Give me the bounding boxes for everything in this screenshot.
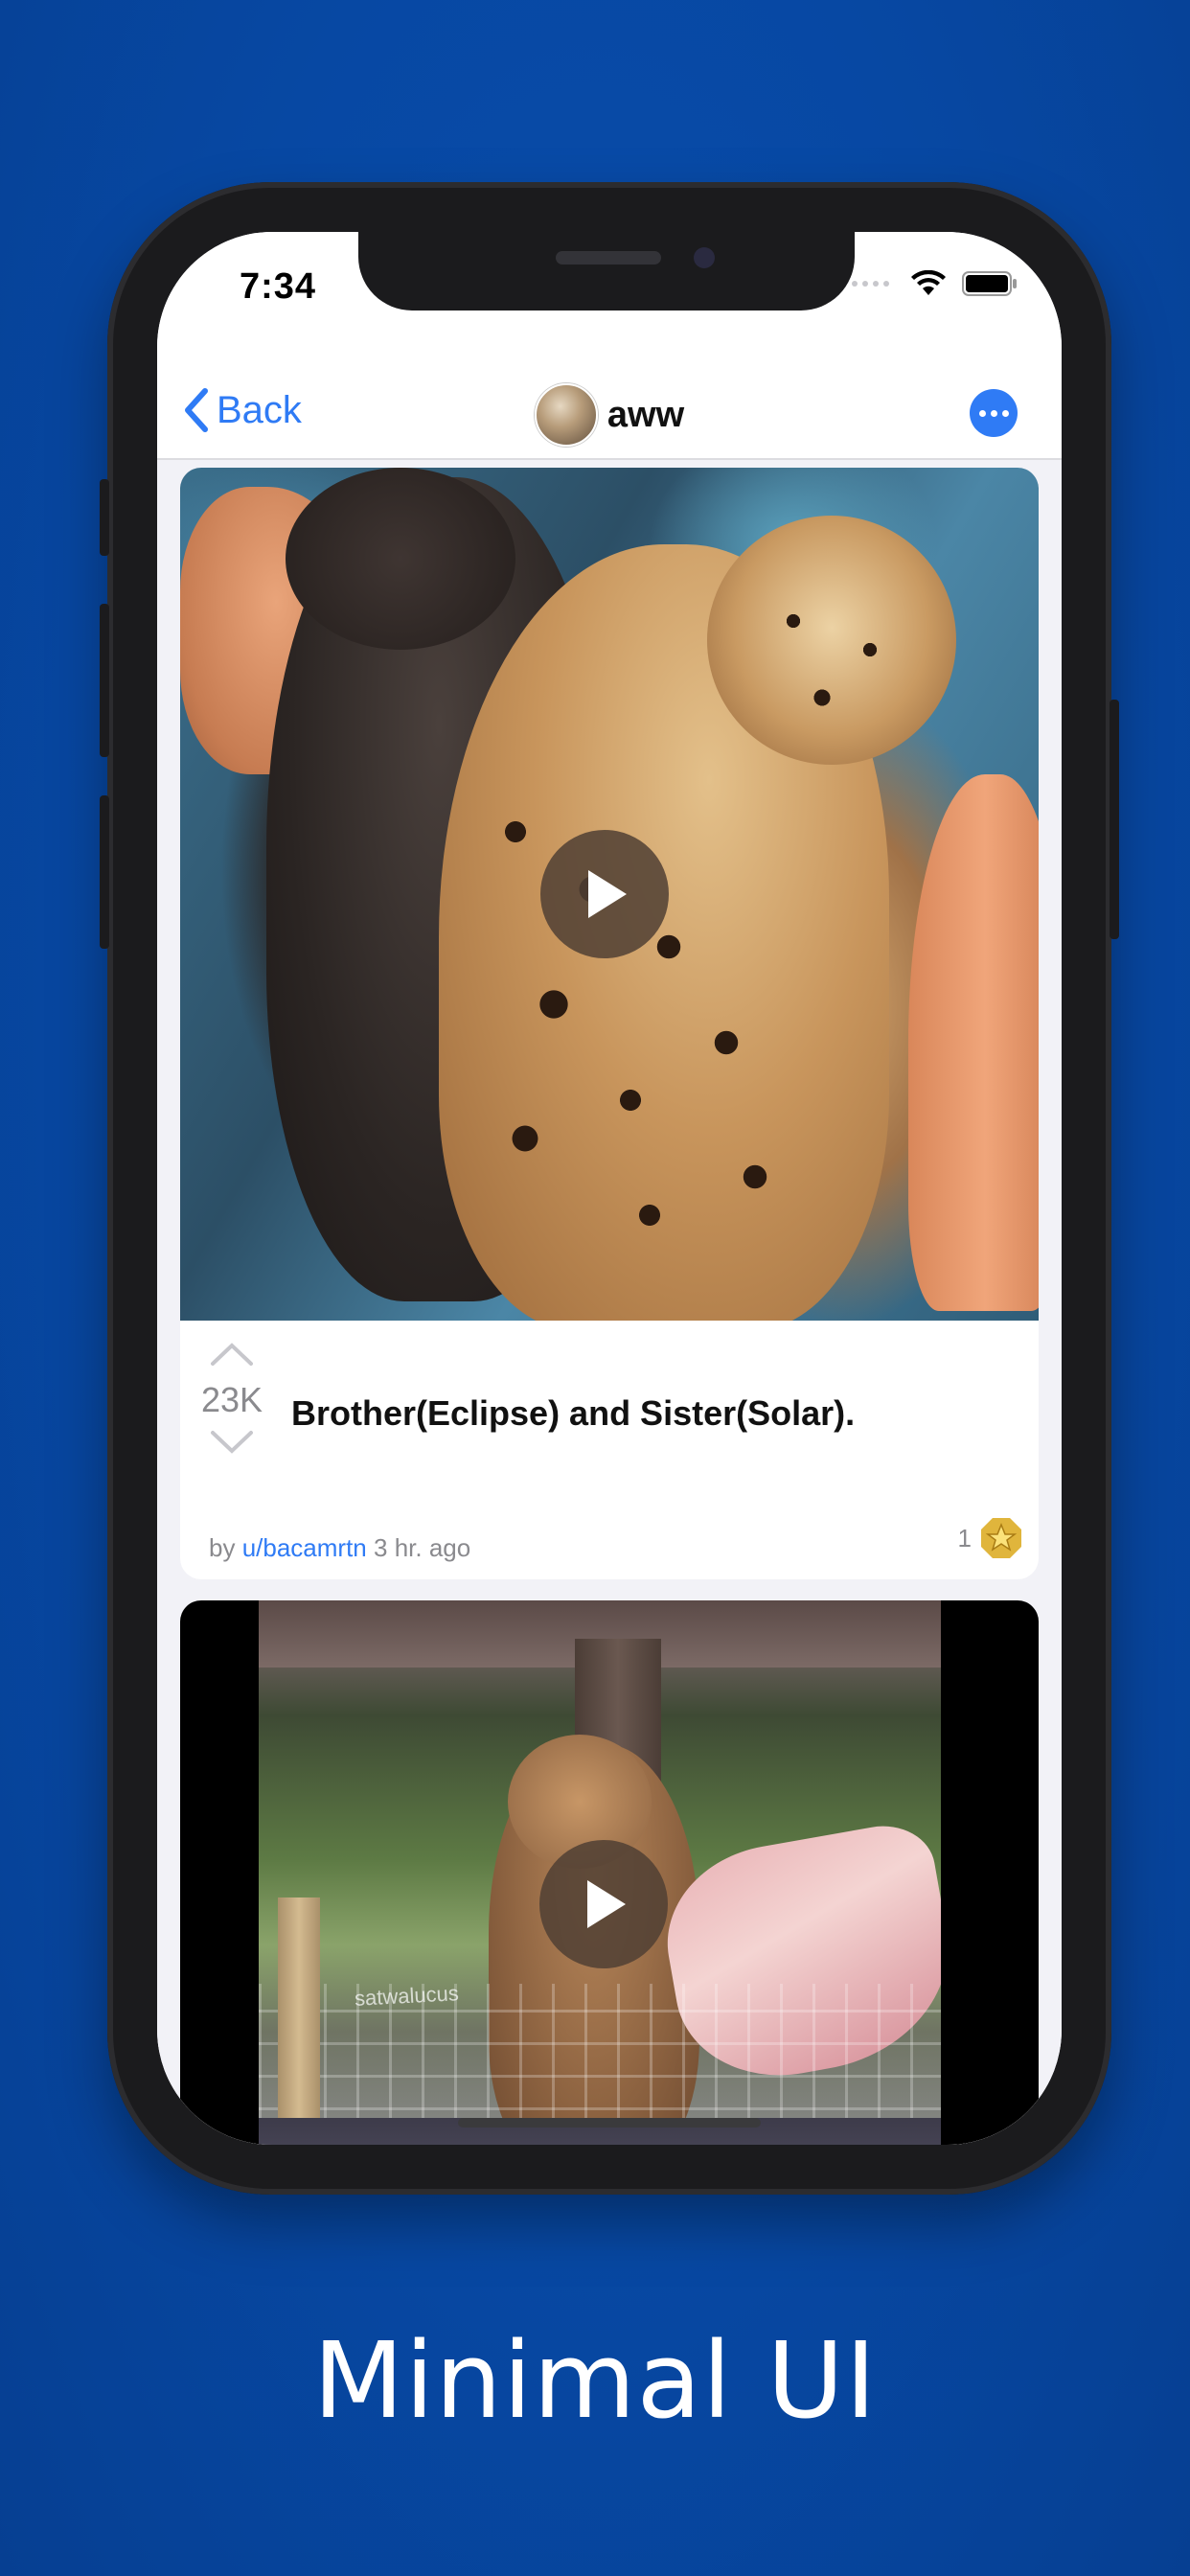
subreddit-avatar bbox=[534, 383, 598, 447]
downvote-arrow-icon[interactable] bbox=[208, 1428, 256, 1457]
thumbnail-fence-post bbox=[278, 1898, 320, 2145]
battery-icon bbox=[962, 271, 1017, 296]
award-badge[interactable]: 1 bbox=[958, 1516, 1023, 1560]
navigation-bar: Back aww bbox=[157, 366, 1062, 460]
front-camera bbox=[694, 247, 715, 268]
post-meta: by u/bacamrtn 3 hr. ago bbox=[209, 1533, 470, 1563]
author-link[interactable]: u/bacamrtn bbox=[242, 1533, 367, 1562]
thumbnail-black-cub-head bbox=[286, 468, 515, 650]
post-video-thumbnail[interactable] bbox=[180, 468, 1039, 1321]
gold-star-award-icon bbox=[981, 1518, 1021, 1558]
mute-switch bbox=[100, 479, 109, 556]
volume-up-button bbox=[100, 604, 109, 757]
notch bbox=[358, 232, 855, 310]
meta-by: by bbox=[209, 1533, 236, 1562]
subreddit-name: aww bbox=[606, 394, 685, 435]
award-count: 1 bbox=[957, 1523, 972, 1552]
post-age: 3 hr. ago bbox=[374, 1533, 471, 1562]
notch-speaker bbox=[556, 251, 661, 264]
upvote-arrow-icon[interactable] bbox=[208, 1340, 256, 1368]
phone-screen: 7:34 Back aww 23K Brother(Eclipse) and S… bbox=[157, 232, 1062, 2145]
subreddit-header[interactable]: aww bbox=[157, 383, 1062, 447]
post-feed[interactable]: 23K Brother(Eclipse) and Sister(Solar). … bbox=[157, 460, 1062, 2145]
play-button[interactable] bbox=[539, 1840, 668, 1968]
phone-frame: 7:34 Back aww 23K Brother(Eclipse) and S… bbox=[100, 182, 1119, 2195]
cellular-signal-icon bbox=[852, 281, 889, 287]
post-card[interactable]: satwalucus bbox=[180, 1600, 1039, 2145]
volume-down-button bbox=[100, 795, 109, 949]
promo-tagline: Minimal UI bbox=[312, 2319, 878, 2442]
status-time: 7:34 bbox=[240, 266, 317, 307]
post-title[interactable]: Brother(Eclipse) and Sister(Solar). bbox=[291, 1393, 855, 1434]
wifi-icon bbox=[911, 270, 946, 295]
vote-controls: 23K bbox=[194, 1340, 270, 1457]
post-info: 23K Brother(Eclipse) and Sister(Solar). … bbox=[180, 1321, 1039, 1579]
thumbnail-spotted-cub-head bbox=[707, 516, 956, 765]
more-options-button[interactable] bbox=[970, 389, 1018, 437]
play-icon bbox=[588, 870, 627, 918]
vote-score: 23K bbox=[200, 1380, 263, 1419]
home-indicator[interactable] bbox=[458, 2118, 761, 2128]
play-icon bbox=[587, 1880, 626, 1928]
play-button[interactable] bbox=[540, 830, 669, 958]
status-bar: 7:34 bbox=[157, 232, 1062, 366]
status-indicators bbox=[852, 270, 1018, 297]
thumbnail-arm bbox=[908, 774, 1039, 1311]
post-card[interactable]: 23K Brother(Eclipse) and Sister(Solar). … bbox=[180, 468, 1039, 1579]
power-button bbox=[1110, 700, 1119, 939]
post-video-thumbnail[interactable]: satwalucus bbox=[180, 1600, 1039, 2145]
